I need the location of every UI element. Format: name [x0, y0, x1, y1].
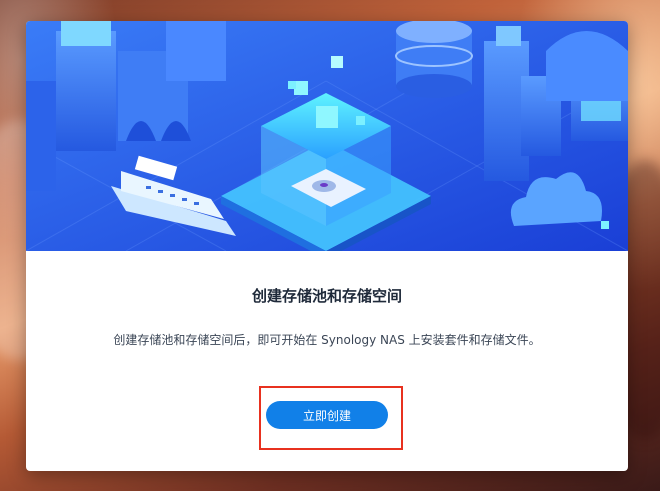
dialog-title: 创建存储池和存储空间	[251, 287, 402, 305]
dialog-description: 创建存储池和存储空间后，即可开始在 Synology NAS 上安装套件和存储文…	[113, 333, 541, 347]
create-storage-dialog: 创建存储池和存储空间 创建存储池和存储空间后，即可开始在 Synology NA…	[26, 21, 628, 471]
create-now-button[interactable]: 立即创建	[266, 401, 388, 429]
hero-illustration	[26, 21, 628, 251]
database-icon	[395, 21, 473, 98]
